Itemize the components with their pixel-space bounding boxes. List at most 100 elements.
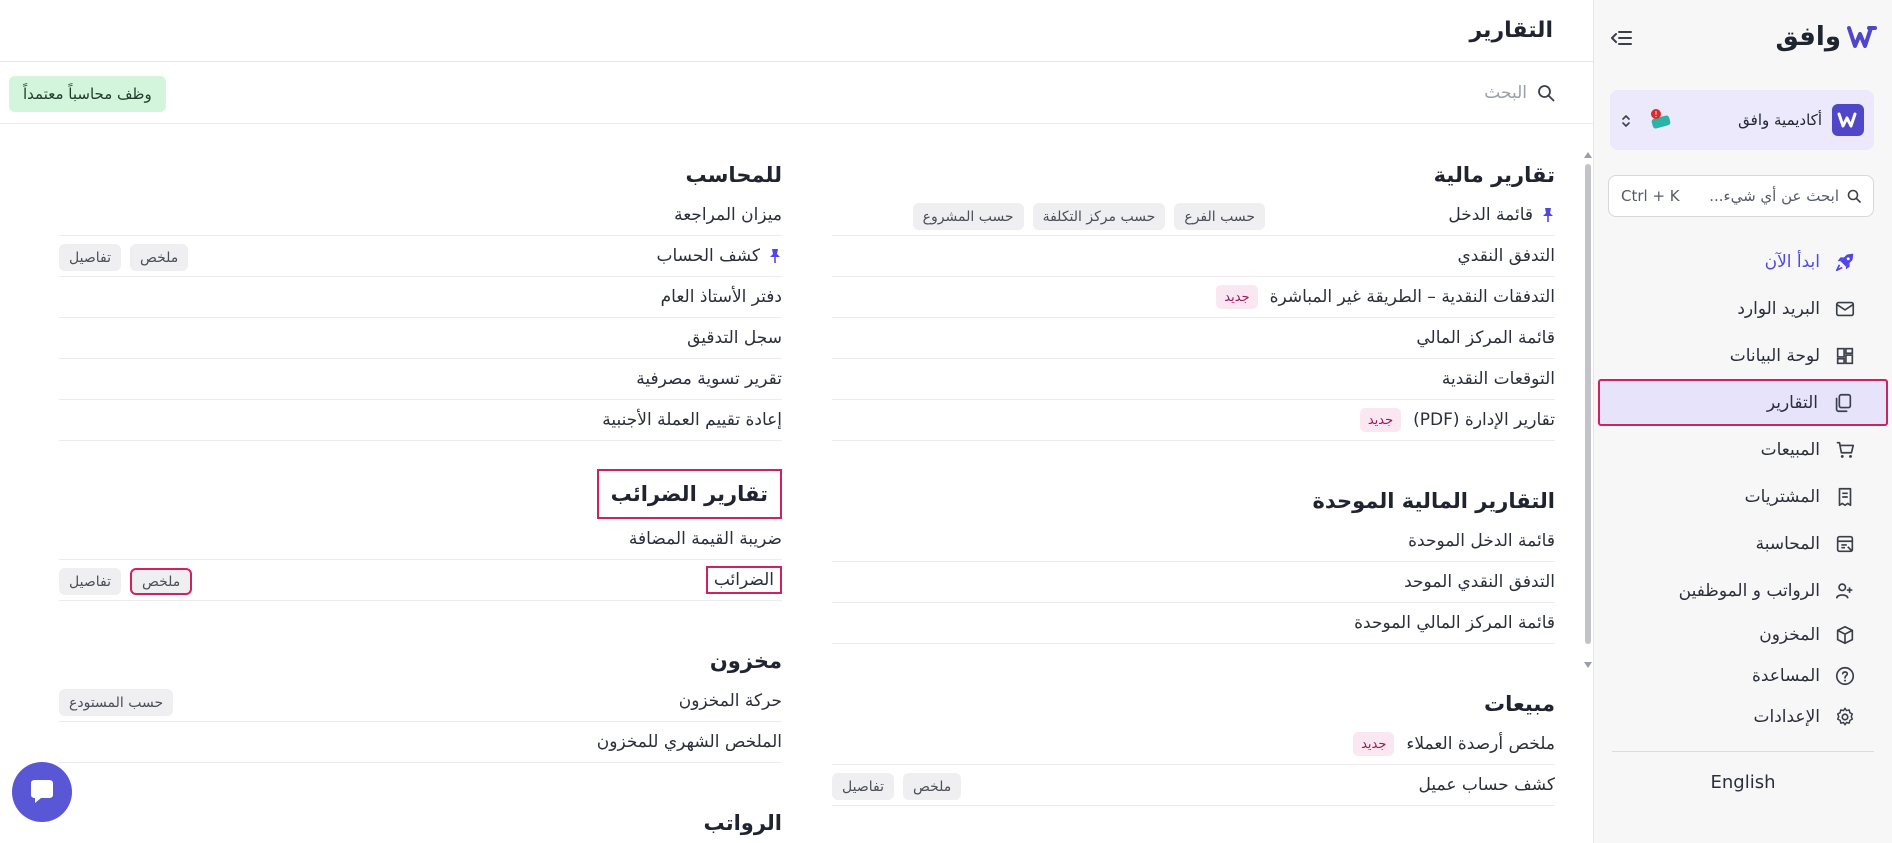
page-title: التقارير	[1469, 18, 1554, 43]
collapse-menu-icon	[1611, 31, 1632, 45]
report-tags: حسب المستودع	[59, 689, 174, 716]
sidebar-item-reports[interactable]: التقارير	[1598, 379, 1888, 426]
report-row-vat[interactable]: ضريبة القيمة المضافة	[59, 519, 782, 560]
report-row-account-statement[interactable]: كشف الحساب ملخص تفاصيل	[59, 236, 782, 277]
section-title-financial: تقارير مالية	[1433, 163, 1555, 187]
section-title-accountant: للمحاسب	[685, 163, 782, 187]
dashboard-icon	[1836, 347, 1854, 364]
inbox-icon	[1835, 301, 1855, 316]
scrollbar-thumb[interactable]	[1585, 164, 1591, 644]
report-row-management-pdf[interactable]: تقارير الإدارة (PDF) جديد	[832, 400, 1555, 441]
sidebar-item-label: الرواتب و الموظفين	[1678, 580, 1820, 601]
tag-summary[interactable]: ملخص	[902, 773, 962, 800]
scroll-up-icon[interactable]	[1584, 152, 1592, 158]
report-row-inventory-movement[interactable]: حركة المخزون حسب المستودع	[59, 681, 782, 722]
report-row-cash-flow-indirect[interactable]: التدفقات النقدية – الطريقة غير المباشرة …	[832, 277, 1555, 318]
report-row-cash-forecast[interactable]: التوقعات النقدية	[832, 359, 1555, 400]
report-label: قائمة الدخل الموحدة	[1408, 531, 1555, 551]
tag-details[interactable]: تفاصيل	[59, 244, 121, 271]
report-row-taxes[interactable]: الضرائب ملخص تفاصيل	[59, 560, 782, 601]
chat-support-button[interactable]	[12, 762, 72, 822]
reports-search-input[interactable]: البحث وظف محاسباً معتمداً	[0, 62, 1593, 124]
org-logo-icon	[1832, 104, 1864, 136]
global-search-input[interactable]: ابحث عن أي شيء... Ctrl + K	[1608, 175, 1874, 217]
report-row-consolidated-balance[interactable]: قائمة المركز المالي الموحدة	[832, 603, 1555, 644]
sidebar-item-sales[interactable]: المبيعات	[1598, 426, 1888, 473]
report-row-audit-log[interactable]: سجل التدقيق	[59, 318, 782, 359]
sidebar-item-help[interactable]: المساعدة	[1598, 655, 1888, 696]
report-tags: ملخص تفاصيل	[832, 773, 962, 800]
section-title-payroll: الرواتب	[703, 811, 782, 835]
tag-summary[interactable]: ملخص	[129, 244, 189, 271]
tag-by-cost-center[interactable]: حسب مركز التكلفة	[1032, 203, 1166, 230]
notification-status-icon[interactable]: !	[1648, 108, 1674, 132]
scroll-down-icon[interactable]	[1584, 662, 1592, 668]
report-label: قائمة الدخل	[1448, 205, 1555, 225]
tag-details[interactable]: تفاصيل	[832, 773, 894, 800]
section-title-tax: تقارير الضرائب	[596, 469, 782, 519]
report-row-inventory-monthly[interactable]: الملخص الشهري للمخزون	[59, 722, 782, 763]
search-shortcut: Ctrl + K	[1621, 187, 1680, 205]
sidebar-item-accounting[interactable]: المحاسبة	[1598, 520, 1888, 567]
org-name: أكاديمية وافق	[1738, 111, 1822, 129]
page-header: التقارير	[0, 0, 1593, 62]
sidebar-item-label: المشتريات	[1744, 486, 1820, 507]
report-row-balance-sheet[interactable]: قائمة المركز المالي	[832, 318, 1555, 359]
pin-icon[interactable]	[768, 248, 782, 264]
gear-icon	[1836, 707, 1854, 726]
scrollbar[interactable]	[1581, 150, 1593, 670]
logo-text: وافق	[1775, 22, 1841, 52]
report-label: حركة المخزون	[678, 691, 782, 711]
tag-by-warehouse[interactable]: حسب المستودع	[59, 689, 174, 716]
report-tags: ملخص تفاصيل	[59, 244, 189, 271]
language-switch-button[interactable]: English	[1594, 772, 1892, 793]
sidebar-item-payroll[interactable]: الرواتب و الموظفين	[1598, 567, 1888, 614]
reports-column-right: تقارير مالية قائمة الدخل حسب الفرع حسب م…	[832, 155, 1555, 806]
report-row-cash-flow[interactable]: التدفق النقدي	[832, 236, 1555, 277]
report-row-customer-balances[interactable]: ملخص أرصدة العملاء جديد	[832, 724, 1555, 765]
report-row-general-ledger[interactable]: دفتر الأستاذ العام	[59, 277, 782, 318]
report-label: دفتر الأستاذ العام	[660, 287, 782, 307]
chevron-updown-icon[interactable]	[1620, 112, 1632, 130]
report-row-trial-balance[interactable]: ميزان المراجعة	[59, 195, 782, 236]
tag-details[interactable]: تفاصيل	[59, 568, 121, 595]
report-row-income-statement[interactable]: قائمة الدخل حسب الفرع حسب مركز التكلفة ح…	[832, 195, 1555, 236]
reports-search-placeholder: البحث	[1484, 82, 1527, 103]
report-label: ميزان المراجعة	[674, 205, 782, 225]
report-row-bank-reconciliation[interactable]: تقرير تسوية مصرفية	[59, 359, 782, 400]
report-label: قائمة المركز المالي	[1416, 328, 1555, 348]
sidebar-item-dashboard[interactable]: لوحة البيانات	[1598, 332, 1888, 379]
sidebar-item-settings[interactable]: الإعدادات	[1598, 696, 1888, 737]
logo[interactable]: وافق	[1775, 22, 1877, 52]
sidebar-item-inbox[interactable]: البريد الوارد	[1598, 285, 1888, 332]
new-badge: جديد	[1353, 732, 1395, 756]
tag-by-project[interactable]: حسب المشروع	[912, 203, 1024, 230]
hire-accountant-button[interactable]: وظف محاسباً معتمداً	[9, 76, 166, 112]
pin-icon[interactable]	[1541, 207, 1555, 223]
collapse-sidebar-button[interactable]	[1609, 26, 1635, 50]
report-label: التدفقات النقدية – الطريقة غير المباشرة	[1269, 287, 1555, 307]
organization-switcher[interactable]: أكاديمية وافق !	[1610, 90, 1874, 150]
sidebar-item-inventory[interactable]: المخزون	[1598, 614, 1888, 655]
tag-by-branch[interactable]: حسب الفرع	[1174, 203, 1265, 230]
sidebar-item-label: المبيعات	[1760, 439, 1820, 460]
sidebar-item-label: المخزون	[1759, 624, 1820, 645]
rocket-icon	[1835, 253, 1854, 271]
section-title-sales: مبيعات	[1484, 692, 1555, 716]
users-icon	[1835, 582, 1853, 599]
logo-mark-icon	[1847, 26, 1877, 48]
report-row-fx-revaluation[interactable]: إعادة تقييم العملة الأجنبية	[59, 400, 782, 441]
main-content: التقارير البحث وظف محاسباً معتمداً تقاري…	[0, 0, 1593, 843]
report-row-customer-statement[interactable]: كشف حساب عميل ملخص تفاصيل	[832, 765, 1555, 806]
tag-summary[interactable]: ملخص	[129, 568, 193, 595]
report-label-text: كشف الحساب	[656, 246, 761, 266]
sidebar-item-purchases[interactable]: المشتريات	[1598, 473, 1888, 520]
chat-bubble-icon	[31, 780, 53, 803]
sidebar-item-get-started[interactable]: ابدأ الآن	[1598, 238, 1888, 285]
receipt-icon	[1838, 487, 1852, 506]
report-row-consolidated-cash-flow[interactable]: التدفق النقدي الموحد	[832, 562, 1555, 603]
report-row-consolidated-income[interactable]: قائمة الدخل الموحدة	[832, 521, 1555, 562]
help-icon	[1835, 666, 1855, 685]
